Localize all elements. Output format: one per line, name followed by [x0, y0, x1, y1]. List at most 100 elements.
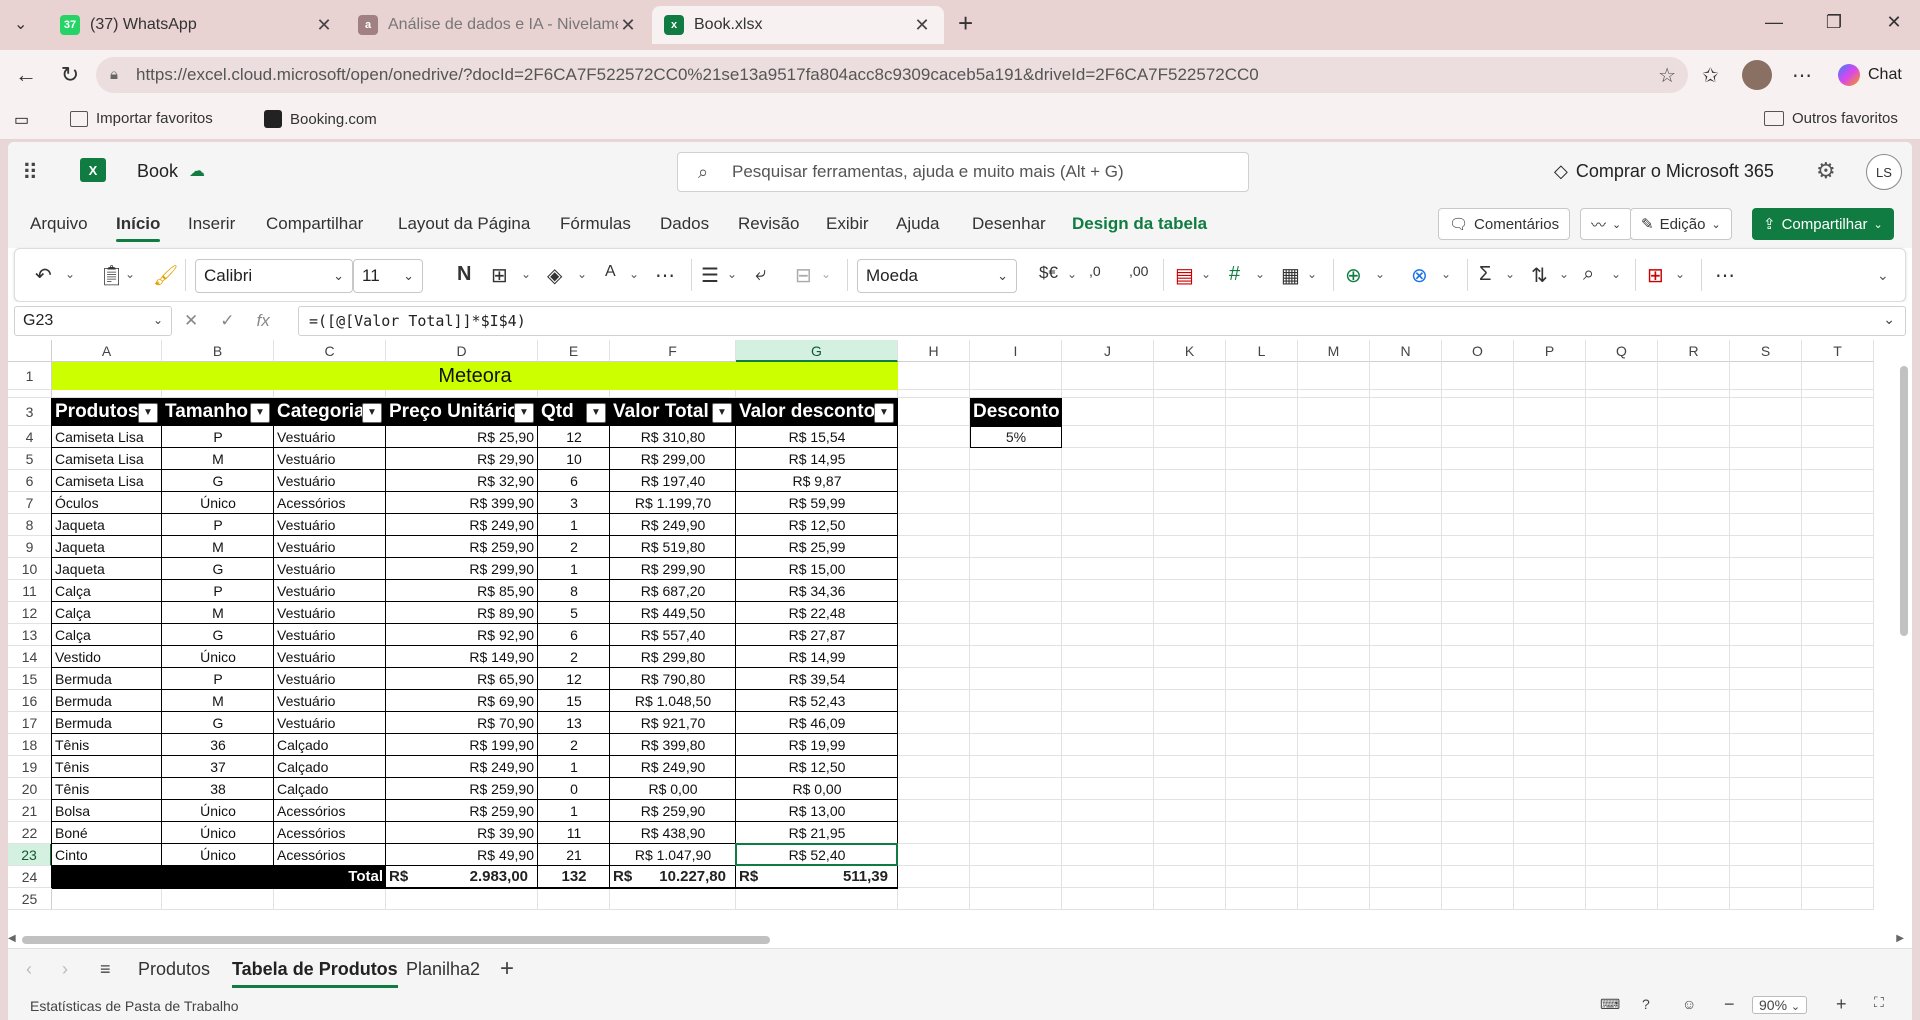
prev-sheet-icon[interactable]: ‹	[26, 959, 32, 980]
table-cell[interactable]: R$ 790,80	[610, 668, 736, 690]
table-cell[interactable]: R$ 438,90	[610, 822, 736, 844]
table-cell[interactable]: Vestuário	[274, 668, 386, 690]
currency-icon[interactable]: $€	[1039, 263, 1058, 283]
zoom-select[interactable]: 90% ⌄	[1752, 996, 1808, 1014]
confirm-icon[interactable]: ✓	[220, 311, 234, 331]
table-cell[interactable]: R$ 14,95	[736, 448, 898, 470]
table-cell[interactable]: R$ 199,90	[386, 734, 538, 756]
column-title-1[interactable]: Tamanho ▼	[162, 398, 274, 426]
table-cell[interactable]: G	[162, 712, 274, 734]
sort-filter-icon[interactable]: ⇅	[1531, 263, 1548, 288]
chevron-down-icon[interactable]: ⌄	[629, 267, 639, 281]
table-cell[interactable]: Vestuário	[274, 624, 386, 646]
table-cell[interactable]: Óculos	[52, 492, 162, 514]
table-cell[interactable]: R$ 85,90	[386, 580, 538, 602]
table-cell[interactable]: R$ 1.048,50	[610, 690, 736, 712]
column-header-c[interactable]: C	[274, 340, 386, 362]
find-icon[interactable]: ⌕	[1583, 263, 1594, 286]
row-header-22[interactable]: 22	[8, 822, 52, 844]
table-cell[interactable]: R$ 557,40	[610, 624, 736, 646]
table-cell[interactable]: 21	[538, 844, 610, 866]
expand-ribbon-icon[interactable]: ⌄	[1877, 267, 1889, 284]
row-header-23[interactable]: 23	[8, 844, 52, 866]
row-header-8[interactable]: 8	[8, 514, 52, 536]
row-header-7[interactable]: 7	[8, 492, 52, 514]
table-cell[interactable]: R$ 399,80	[610, 734, 736, 756]
document-title[interactable]: Book	[137, 161, 178, 182]
table-cell[interactable]: Vestuário	[274, 426, 386, 448]
table-cell[interactable]: Acessórios	[274, 492, 386, 514]
table-cell[interactable]: M	[162, 536, 274, 558]
column-title-4[interactable]: Qtd ▼	[538, 398, 610, 426]
user-avatar[interactable]: LS	[1866, 154, 1902, 190]
table-cell[interactable]: Bermuda	[52, 690, 162, 712]
table-cell[interactable]: R$ 249,90	[386, 514, 538, 536]
bold-icon[interactable]: N	[457, 263, 471, 286]
column-header-p[interactable]: P	[1514, 340, 1586, 362]
table-cell[interactable]: Único	[162, 800, 274, 822]
column-header-q[interactable]: Q	[1586, 340, 1658, 362]
row-header-10[interactable]: 10	[8, 558, 52, 580]
browser-tab-analise[interactable]: a Análise de dados e IA - Nivelamen ✕	[346, 6, 650, 44]
gear-icon[interactable]: ⚙	[1816, 158, 1836, 184]
table-cell[interactable]: Vestuário	[274, 558, 386, 580]
chevron-down-icon[interactable]: ⌄	[1307, 267, 1317, 281]
table-cell[interactable]: R$ 197,40	[610, 470, 736, 492]
cancel-icon[interactable]: ✕	[184, 311, 198, 331]
table-cell[interactable]: Calça	[52, 602, 162, 624]
maximize-icon[interactable]: ❐	[1814, 12, 1854, 33]
chevron-down-icon[interactable]: ⌄	[1067, 267, 1077, 281]
merge-icon[interactable]: ⊟	[795, 263, 812, 288]
wrap-text-icon[interactable]: ⤶	[755, 263, 766, 286]
row-header-16[interactable]: 16	[8, 690, 52, 712]
table-cell[interactable]: Bermuda	[52, 668, 162, 690]
column-header-t[interactable]: T	[1802, 340, 1874, 362]
table-cell[interactable]: 2	[538, 646, 610, 668]
table-cell[interactable]: R$ 259,90	[386, 800, 538, 822]
sheet-tab-planilha2[interactable]: Planilha2	[406, 959, 480, 980]
expand-formula-icon[interactable]: ⌄	[1883, 311, 1895, 328]
filter-dropdown-icon[interactable]: ▼	[362, 403, 382, 423]
profile-avatar[interactable]	[1742, 60, 1772, 90]
table-cell[interactable]: R$ 399,90	[386, 492, 538, 514]
table-cell[interactable]: Calça	[52, 580, 162, 602]
row-header-19[interactable]: 19	[8, 756, 52, 778]
chat-button[interactable]: Chat	[1828, 58, 1912, 92]
table-cell[interactable]: R$ 92,90	[386, 624, 538, 646]
table-cell[interactable]: R$ 27,87	[736, 624, 898, 646]
favorites-icon[interactable]: ✩	[1702, 63, 1719, 88]
table-cell[interactable]: Tênis	[52, 778, 162, 800]
more-options-icon[interactable]: ⋯	[1792, 63, 1812, 88]
table-cell[interactable]: Vestuário	[274, 712, 386, 734]
row-header-12[interactable]: 12	[8, 602, 52, 624]
row-header-18[interactable]: 18	[8, 734, 52, 756]
back-icon[interactable]: ←	[10, 62, 42, 88]
table-cell[interactable]: R$ 259,90	[386, 536, 538, 558]
table-cell[interactable]: Bolsa	[52, 800, 162, 822]
table-cell[interactable]: R$ 15,54	[736, 426, 898, 448]
sheet-tab-produtos[interactable]: Produtos	[138, 959, 210, 980]
tab-formulas[interactable]: Fórmulas	[560, 214, 631, 234]
table-cell[interactable]: 5	[538, 602, 610, 624]
tab-compartilhar[interactable]: Compartilhar	[266, 214, 363, 234]
workbook-stats-label[interactable]: Estatísticas de Pasta de Trabalho	[30, 998, 239, 1014]
table-cell[interactable]: G	[162, 558, 274, 580]
sheet-tab-tabela-de-produtos[interactable]: Tabela de Produtos	[232, 959, 398, 988]
chevron-down-icon[interactable]: ⌄	[821, 267, 831, 281]
fill-color-icon[interactable]: ◈	[547, 263, 562, 288]
tab-ajuda[interactable]: Ajuda	[896, 214, 939, 234]
table-cell[interactable]: Calçado	[274, 756, 386, 778]
table-cell[interactable]: R$ 34,36	[736, 580, 898, 602]
table-cell[interactable]: Acessórios	[274, 844, 386, 866]
chevron-down-icon[interactable]: ⌄	[125, 267, 135, 281]
close-tab-icon[interactable]: ✕	[912, 15, 932, 36]
table-cell[interactable]: Vestuário	[274, 470, 386, 492]
table-cell[interactable]: R$ 149,90	[386, 646, 538, 668]
delete-cells-icon[interactable]: ⊗	[1411, 263, 1428, 288]
row-header-25[interactable]: 25	[8, 888, 52, 910]
table-cell[interactable]: Tênis	[52, 734, 162, 756]
table-cell[interactable]: Camiseta Lisa	[52, 448, 162, 470]
total-preco[interactable]: 2.983,00	[386, 866, 528, 888]
table-cell[interactable]: 37	[162, 756, 274, 778]
table-cell[interactable]: 1	[538, 558, 610, 580]
